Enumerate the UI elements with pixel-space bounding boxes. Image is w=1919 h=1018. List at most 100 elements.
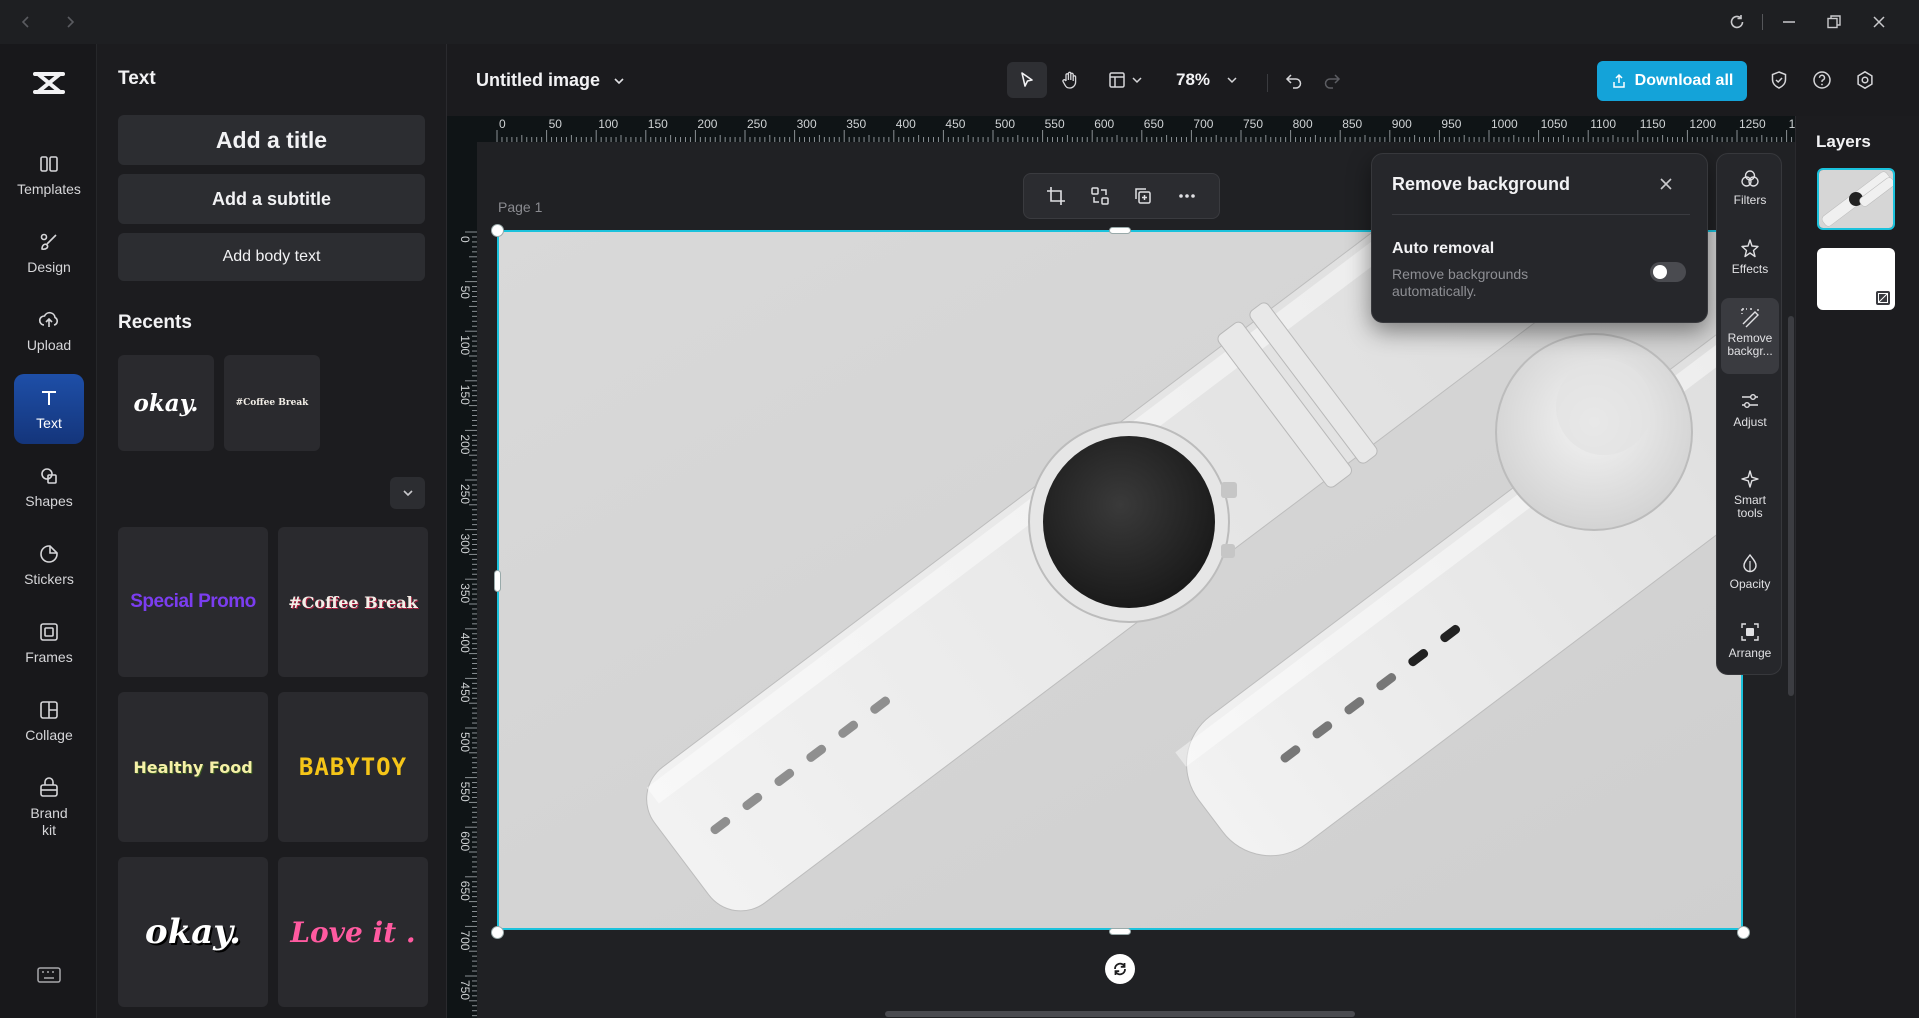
nav-stickers[interactable]: Stickers <box>14 530 84 600</box>
add-body-text-button[interactable]: Add body text <box>118 233 425 281</box>
crop-button[interactable] <box>1042 182 1070 210</box>
forward-button[interactable] <box>58 10 82 34</box>
nav-collage[interactable]: Collage <box>14 686 84 756</box>
layout-menu-button[interactable] <box>1101 62 1149 98</box>
recent-item[interactable]: okay. <box>118 355 214 451</box>
ruler-label: 1250 <box>1739 117 1766 131</box>
page-label: Page 1 <box>498 199 543 215</box>
refresh-button[interactable] <box>1725 10 1749 34</box>
resize-handle-top-left[interactable] <box>491 224 504 237</box>
arrange-tool[interactable]: Arrange <box>1721 613 1779 668</box>
chevron-down-icon <box>614 77 624 84</box>
upload-icon <box>38 311 58 327</box>
nav-frames[interactable]: Frames <box>14 608 84 678</box>
text-template-preview: BABYTOY <box>298 753 408 781</box>
nav-shapes[interactable]: Shapes <box>14 452 84 522</box>
ruler-label: 750 <box>1243 117 1263 131</box>
hand-tool-button[interactable] <box>1051 62 1089 98</box>
adjust-tool[interactable]: Adjust <box>1721 382 1779 437</box>
add-subtitle-button[interactable]: Add a subtitle <box>118 174 425 224</box>
undo-button[interactable] <box>1277 62 1311 98</box>
ruler-label: 300 <box>458 534 472 554</box>
titlebar-divider <box>1762 14 1763 30</box>
download-all-button[interactable]: Download all <box>1597 61 1747 101</box>
effects-tool[interactable]: Effects <box>1721 229 1779 284</box>
minimize-button[interactable] <box>1777 10 1801 34</box>
resize-handle-top[interactable] <box>1109 227 1131 234</box>
settings-button[interactable] <box>1848 62 1882 98</box>
ruler-label: 250 <box>747 117 767 131</box>
image-tools-rail: Filters Effects Remove backgr... Adjust … <box>1716 153 1782 675</box>
recent-item-text: okay. <box>133 389 199 417</box>
auto-removal-toggle[interactable] <box>1650 262 1686 282</box>
recent-item[interactable]: #Coffee Break <box>224 355 320 451</box>
capcut-logo[interactable] <box>30 64 68 102</box>
close-popover-button[interactable] <box>1654 172 1678 196</box>
select-tool-button[interactable] <box>1007 62 1047 98</box>
adjust-label: Adjust <box>1733 415 1767 429</box>
hand-icon <box>1062 71 1077 89</box>
opacity-icon <box>1743 553 1757 573</box>
auto-removal-description: Remove backgrounds automatically. <box>1392 266 1529 299</box>
add-title-button[interactable]: Add a title <box>118 115 425 165</box>
redo-button[interactable] <box>1315 62 1349 98</box>
resize-handle-bottom[interactable] <box>1109 928 1131 935</box>
replace-icon <box>1090 187 1109 205</box>
nav-brand-kit[interactable]: Brand kit <box>14 764 84 850</box>
ruler-label: 650 <box>458 881 472 901</box>
text-template-card[interactable]: Healthy Food <box>118 692 268 842</box>
editor-topbar: Untitled image 78% Download all <box>447 44 1919 116</box>
remove-background-tool[interactable]: Remove backgr... <box>1721 298 1779 374</box>
text-template-card[interactable]: #Coffee Break <box>278 527 428 677</box>
expand-recents-button[interactable] <box>390 477 425 509</box>
text-template-card[interactable]: okay. <box>118 857 268 1007</box>
filters-label: Filters <box>1733 193 1767 207</box>
keyboard-shortcuts-button[interactable] <box>36 964 62 986</box>
ruler-label: 600 <box>458 831 472 851</box>
more-options-button[interactable] <box>1173 182 1201 210</box>
vertical-scrollbar[interactable] <box>1788 316 1794 696</box>
opacity-tool[interactable]: Opacity <box>1721 544 1779 599</box>
resize-handle-bottom-right[interactable] <box>1737 926 1750 939</box>
restore-button[interactable] <box>1822 10 1846 34</box>
text-template-preview: Healthy Food <box>133 757 253 777</box>
shield-button[interactable] <box>1762 62 1796 98</box>
filters-tool[interactable]: Filters <box>1721 160 1779 215</box>
smart-tools-tool[interactable]: Smart tools <box>1721 460 1779 528</box>
resize-handle-bottom-left[interactable] <box>491 926 504 939</box>
app-sidebar: Templates Design Upload Text Shapes Stic… <box>0 44 97 1018</box>
layer-item-image[interactable] <box>1817 168 1895 230</box>
text-template-card[interactable]: Love it . <box>278 857 428 1007</box>
brand-kit-icon <box>40 776 58 797</box>
collage-icon <box>40 701 58 719</box>
recent-item-text: #Coffee Break <box>235 398 309 408</box>
horizontal-scrollbar[interactable] <box>885 1011 1355 1017</box>
nav-text[interactable]: Text <box>14 374 84 444</box>
layer-item-background[interactable] <box>1817 248 1895 310</box>
text-icon <box>42 391 56 405</box>
nav-shapes-label: Shapes <box>25 493 73 509</box>
ruler-label: 350 <box>846 117 866 131</box>
more-horizontal-icon <box>1179 194 1195 198</box>
capcut-logo-icon <box>33 72 65 94</box>
zoom-dropdown[interactable]: 78% <box>1167 62 1247 98</box>
ruler-label: 1050 <box>1541 117 1568 131</box>
text-template-card[interactable]: BABYTOY <box>278 692 428 842</box>
nav-templates[interactable]: Templates <box>14 140 84 210</box>
close-window-button[interactable] <box>1867 10 1891 34</box>
nav-upload[interactable]: Upload <box>14 296 84 366</box>
replace-button[interactable] <box>1086 182 1114 210</box>
resize-handle-left[interactable] <box>494 570 501 592</box>
layer-thumbnail <box>1819 170 1893 228</box>
back-button[interactable] <box>14 10 38 34</box>
refresh-icon <box>1730 15 1744 29</box>
help-button[interactable] <box>1805 62 1839 98</box>
rotate-handle[interactable] <box>1105 954 1135 984</box>
text-template-card[interactable]: Special Promo <box>118 527 268 677</box>
duplicate-button[interactable] <box>1129 182 1157 210</box>
canvas-page[interactable] <box>497 230 1743 930</box>
nav-design[interactable]: Design <box>14 218 84 288</box>
watch-product-image[interactable] <box>499 232 1743 930</box>
shield-icon <box>1771 71 1787 89</box>
document-title-dropdown[interactable]: Untitled image <box>476 70 626 91</box>
